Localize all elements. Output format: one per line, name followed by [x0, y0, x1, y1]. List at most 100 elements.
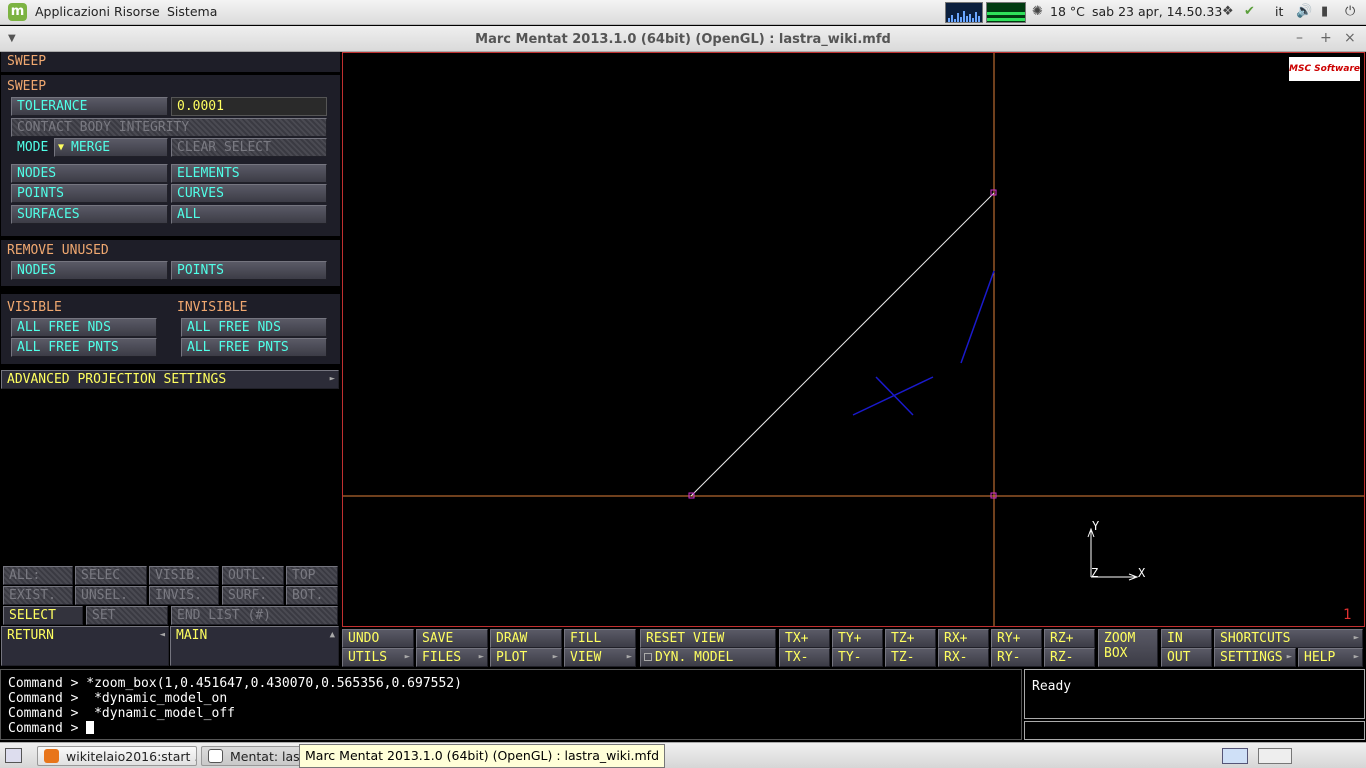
update-manager-icon[interactable]: ✔: [1244, 4, 1255, 19]
draw-button[interactable]: DRAW: [490, 629, 562, 648]
list-outl-button[interactable]: OUTL.: [222, 566, 284, 585]
weather-icon[interactable]: ✺: [1032, 4, 1043, 19]
menu-applicazioni[interactable]: Applicazioni: [35, 4, 110, 19]
zoom-out-button[interactable]: OUT: [1161, 648, 1212, 667]
files-button[interactable]: FILES ►: [416, 648, 488, 667]
mint-menu-icon[interactable]: m: [8, 3, 27, 21]
plot-button[interactable]: PLOT ►: [490, 648, 562, 667]
sweep-nodes-button[interactable]: NODES: [11, 164, 168, 183]
tz-minus-button[interactable]: TZ-: [885, 648, 936, 667]
main-button[interactable]: MAIN ▲: [170, 626, 339, 666]
list-surf-button[interactable]: SURF.: [222, 586, 284, 605]
zoom-box-button[interactable]: ZOOM BOX: [1098, 629, 1158, 667]
visible-free-nds-button[interactable]: ALL FREE NDS: [11, 318, 157, 337]
settings-arrow-icon: ►: [1286, 652, 1292, 662]
command-input-line[interactable]: Command >: [8, 721, 1021, 736]
temperature[interactable]: 18 °C: [1050, 4, 1085, 19]
close-icon[interactable]: ×: [1344, 30, 1356, 46]
shortcuts-button[interactable]: SHORTCUTS ►: [1214, 629, 1363, 648]
mode-label: MODE: [17, 140, 49, 155]
dyn-model-label: DYN. MODEL: [655, 650, 734, 665]
help-button[interactable]: HELP ►: [1298, 648, 1363, 667]
help-arrow-icon: ►: [1353, 652, 1359, 662]
list-invis-button[interactable]: INVIS.: [149, 586, 219, 605]
rz-plus-button[interactable]: RZ+: [1044, 629, 1095, 648]
network-monitor-icon[interactable]: [986, 2, 1026, 23]
diagonal-curve: [690, 192, 995, 497]
clock[interactable]: sab 23 apr, 14.50.33: [1092, 4, 1222, 19]
task-firefox[interactable]: wikitelaio2016:start ...: [37, 746, 197, 766]
sweep-points-button[interactable]: POINTS: [11, 184, 168, 203]
undo-button[interactable]: UNDO: [342, 629, 414, 648]
utils-button[interactable]: UTILS ►: [342, 648, 414, 667]
view-button[interactable]: VIEW ►: [564, 648, 636, 667]
remove-unused-title: REMOVE UNUSED: [7, 243, 109, 258]
fill-button[interactable]: FILL: [564, 629, 636, 648]
tz-plus-button[interactable]: TZ+: [885, 629, 936, 648]
graphics-viewport[interactable]: Y X Z MSC Software 1: [342, 52, 1365, 627]
settings-button[interactable]: SETTINGS ►: [1214, 648, 1296, 667]
zoom-in-button[interactable]: IN: [1161, 629, 1212, 648]
main-label: MAIN: [176, 628, 208, 643]
invisible-free-nds-button[interactable]: ALL FREE NDS: [181, 318, 327, 337]
contact-body-integrity-toggle[interactable]: CONTACT BODY INTEGRITY: [11, 118, 327, 137]
sweep-all-button[interactable]: ALL: [171, 205, 327, 224]
tolerance-button[interactable]: TOLERANCE: [11, 97, 168, 116]
task-mentat[interactable]: Mentat: last: [201, 746, 301, 766]
sweep-surfaces-button[interactable]: SURFACES: [11, 205, 168, 224]
advanced-projection-settings-button[interactable]: ADVANCED PROJECTION SETTINGS ►: [1, 370, 339, 389]
menu-risorse[interactable]: Risorse: [114, 4, 160, 19]
tx-plus-button[interactable]: TX+: [779, 629, 830, 648]
list-visib-button[interactable]: VISIB.: [149, 566, 219, 585]
list-selec-button[interactable]: SELEC: [75, 566, 147, 585]
sweep-curves-button[interactable]: CURVES: [171, 184, 327, 203]
cpu-monitor-icon[interactable]: [945, 2, 983, 23]
return-button[interactable]: RETURN ◄: [1, 626, 169, 666]
select-button[interactable]: SELECT: [3, 606, 83, 625]
reset-view-button[interactable]: RESET VIEW: [640, 629, 776, 648]
clear-select-button[interactable]: CLEAR SELECT: [171, 138, 327, 157]
main-arrow-icon: ▲: [329, 630, 335, 640]
workspace-2-icon[interactable]: [1258, 748, 1292, 764]
invisible-free-pnts-button[interactable]: ALL FREE PNTS: [181, 338, 327, 357]
sweep-title: SWEEP: [7, 79, 47, 94]
ty-minus-button[interactable]: TY-: [832, 648, 883, 667]
list-exist-button[interactable]: EXIST.: [3, 586, 73, 605]
end-list-button[interactable]: END LIST (#): [171, 606, 338, 625]
power-icon[interactable]: ⏻: [1345, 4, 1355, 19]
ry-plus-button[interactable]: RY+: [991, 629, 1042, 648]
tx-minus-button[interactable]: TX-: [779, 648, 830, 667]
list-top-button[interactable]: TOP: [286, 566, 338, 585]
command-history-line: Command > *dynamic_model_on: [8, 691, 228, 706]
ty-plus-button[interactable]: TY+: [832, 629, 883, 648]
list-unsel-button[interactable]: UNSEL.: [75, 586, 147, 605]
volume-icon[interactable]: 🔊: [1296, 4, 1312, 19]
rx-minus-button[interactable]: RX-: [938, 648, 989, 667]
set-button[interactable]: SET: [86, 606, 168, 625]
mode-select[interactable]: ▼ MERGE: [54, 138, 168, 157]
model-canvas[interactable]: Y X Z: [343, 53, 1364, 626]
save-button[interactable]: SAVE: [416, 629, 488, 648]
keyboard-layout[interactable]: it: [1275, 4, 1283, 19]
workspace-1-icon[interactable]: [1222, 748, 1248, 764]
remove-points-button[interactable]: POINTS: [171, 261, 327, 280]
show-desktop-icon[interactable]: [5, 748, 22, 763]
menu-sistema[interactable]: Sistema: [167, 4, 217, 19]
list-bot-button[interactable]: BOT.: [286, 586, 338, 605]
ry-minus-button[interactable]: RY-: [991, 648, 1042, 667]
remove-nodes-button[interactable]: NODES: [11, 261, 168, 280]
maximize-icon[interactable]: +: [1320, 30, 1332, 46]
tolerance-field[interactable]: 0.0001: [171, 97, 327, 116]
network-signal-icon[interactable]: ▮: [1321, 4, 1328, 19]
help-label: HELP: [1304, 650, 1336, 665]
rx-plus-button[interactable]: RX+: [938, 629, 989, 648]
dropbox-icon[interactable]: ❖: [1222, 4, 1234, 19]
minimize-icon[interactable]: –: [1296, 30, 1303, 46]
rz-minus-button[interactable]: RZ-: [1044, 648, 1095, 667]
dyn-model-toggle[interactable]: DYN. MODEL: [640, 648, 776, 667]
sweep-elements-button[interactable]: ELEMENTS: [171, 164, 327, 183]
command-console[interactable]: Command > *zoom_box(1,0.451647,0.430070,…: [0, 669, 1022, 740]
submenu-arrow-icon: ►: [329, 374, 335, 384]
visible-free-pnts-button[interactable]: ALL FREE PNTS: [11, 338, 157, 357]
task-mentat-label: Mentat: last: [230, 749, 301, 764]
